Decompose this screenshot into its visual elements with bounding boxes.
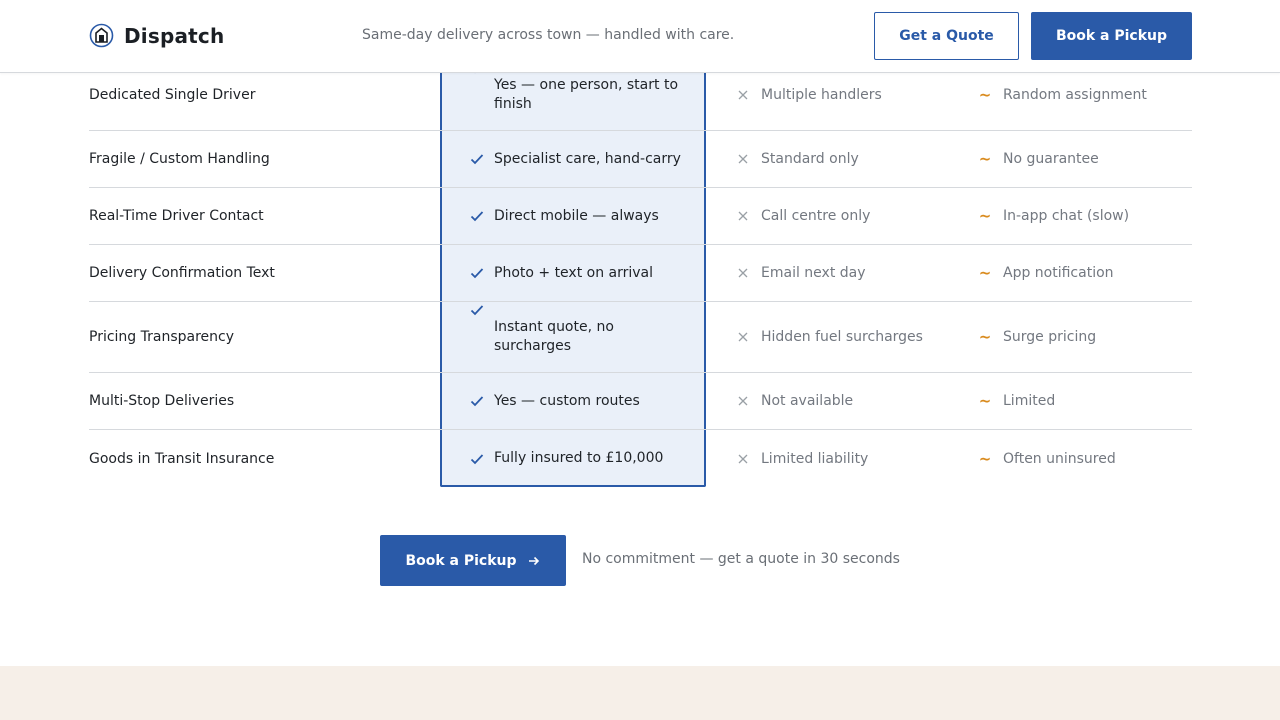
check-icon <box>469 210 485 222</box>
feature-label: Multi-Stop Deliveries <box>89 373 429 429</box>
dispatch-value: Direct mobile — always <box>469 188 689 244</box>
site-header: Dispatch Same-day delivery across town —… <box>0 0 1280 73</box>
dispatch-value: Specialist care, hand-carry <box>469 131 689 187</box>
tilde-icon: ~ <box>978 86 992 104</box>
tilde-icon: ~ <box>978 264 992 282</box>
alternative-value: ~ Surge pricing <box>977 302 1192 372</box>
feature-label: Fragile / Custom Handling <box>89 131 429 187</box>
competitor-value-text: Limited liability <box>761 450 869 467</box>
dispatch-value: Instant quote, no surcharges <box>469 302 689 372</box>
alternative-value: ~ In-app chat (slow) <box>977 188 1192 244</box>
check-icon <box>469 453 485 465</box>
dispatch-logo-icon <box>89 23 114 48</box>
competitor-value-text: Standard only <box>761 151 859 167</box>
header-tagline: Same-day delivery across town — handled … <box>362 27 735 43</box>
competitor-value: Not available <box>735 373 955 429</box>
comparison-row: Multi-Stop Deliveries Yes — custom routes… <box>89 373 1192 430</box>
check-icon <box>469 153 485 165</box>
alternative-value-text: Random assignment <box>1003 87 1147 103</box>
feature-label: Goods in Transit Insurance <box>89 430 429 487</box>
comparison-row: Delivery Confirmation Text Photo + text o… <box>89 245 1192 302</box>
check-icon <box>469 304 485 316</box>
dispatch-value-text: Yes — one person, start to finish <box>494 77 679 112</box>
competitor-value: Standard only <box>735 131 955 187</box>
book-pickup-cta-label: Book a Pickup <box>405 552 517 569</box>
competitor-value-text: Email next day <box>761 265 866 281</box>
dispatch-value-text: Fully insured to £10,000 <box>494 450 664 466</box>
feature-label: Real-Time Driver Contact <box>89 188 429 244</box>
dispatch-value-text: Direct mobile — always <box>494 207 659 224</box>
competitor-value-text: Call centre only <box>761 208 871 224</box>
get-quote-button[interactable]: Get a Quote <box>874 12 1019 60</box>
alternative-value-text: Limited <box>1003 393 1056 409</box>
alternative-value: ~ No guarantee <box>977 131 1192 187</box>
competitor-value-text: Hidden fuel surcharges <box>761 329 923 345</box>
cross-icon <box>735 211 751 221</box>
cross-icon <box>735 268 751 278</box>
dispatch-value-text: Yes — custom routes <box>494 392 640 409</box>
feature-text: Goods in Transit Insurance <box>89 450 275 467</box>
book-pickup-button[interactable]: Book a Pickup <box>1031 12 1192 60</box>
dispatch-value: Yes — custom routes <box>469 373 689 429</box>
dispatch-value-text: Instant quote, no surcharges <box>494 319 614 354</box>
competitor-value: Hidden fuel surcharges <box>735 302 955 372</box>
feature-label: Pricing Transparency <box>89 302 429 372</box>
alternative-value: ~ Limited <box>977 373 1192 429</box>
feature-text: Real-Time Driver Contact <box>89 208 264 224</box>
competitor-value: Email next day <box>735 245 955 301</box>
tilde-icon: ~ <box>978 207 992 225</box>
competitor-value: Limited liability <box>735 430 955 487</box>
tilde-icon: ~ <box>978 150 992 168</box>
check-icon <box>469 395 485 407</box>
check-icon <box>469 267 485 279</box>
feature-label: Delivery Confirmation Text <box>89 245 429 301</box>
alternative-value-text: In-app chat (slow) <box>1003 208 1130 224</box>
comparison-row: Fragile / Custom Handling Specialist care… <box>89 131 1192 188</box>
competitor-value: Call centre only <box>735 188 955 244</box>
cross-icon <box>735 454 751 464</box>
cta-note: No commitment — get a quote in 30 second… <box>582 551 900 567</box>
arrow-right-icon <box>527 554 541 568</box>
alternative-value: ~ App notification <box>977 245 1192 301</box>
alternative-value: ~ Often uninsured <box>977 430 1192 487</box>
feature-text: Dedicated Single Driver <box>89 87 256 103</box>
competitor-value-text: Not available <box>761 393 854 409</box>
tilde-icon: ~ <box>978 449 992 468</box>
cross-icon <box>735 396 751 406</box>
feature-text: Pricing Transparency <box>89 329 235 345</box>
feature-text: Delivery Confirmation Text <box>89 265 275 281</box>
dispatch-value-text: Photo + text on arrival <box>494 264 654 281</box>
dispatch-value-text: Specialist care, hand-carry <box>494 150 681 167</box>
brand[interactable]: Dispatch <box>89 23 224 48</box>
comparison-row: Pricing Transparency Instant quote, no su… <box>89 302 1192 373</box>
alternative-value-text: No guarantee <box>1003 151 1099 167</box>
feature-text: Multi-Stop Deliveries <box>89 393 235 409</box>
comparison-row: Real-Time Driver Contact Direct mobile — … <box>89 188 1192 245</box>
dispatch-value: Photo + text on arrival <box>469 245 689 301</box>
cross-icon <box>735 332 751 342</box>
tilde-icon: ~ <box>978 392 992 410</box>
cross-icon <box>735 90 751 100</box>
book-pickup-cta-button[interactable]: Book a Pickup <box>380 535 566 586</box>
cross-icon <box>735 154 751 164</box>
alternative-value-text: App notification <box>1003 265 1114 281</box>
feature-text: Fragile / Custom Handling <box>89 151 270 167</box>
alternative-value-text: Surge pricing <box>1003 329 1097 345</box>
footer-section <box>0 666 1280 720</box>
competitor-value-text: Multiple handlers <box>761 87 882 103</box>
dispatch-value: Fully insured to £10,000 <box>469 430 689 487</box>
tilde-icon: ~ <box>978 328 992 346</box>
comparison-row: Goods in Transit Insurance Fully insured … <box>89 430 1192 487</box>
brand-name: Dispatch <box>124 23 225 48</box>
alternative-value-text: Often uninsured <box>1003 450 1116 467</box>
